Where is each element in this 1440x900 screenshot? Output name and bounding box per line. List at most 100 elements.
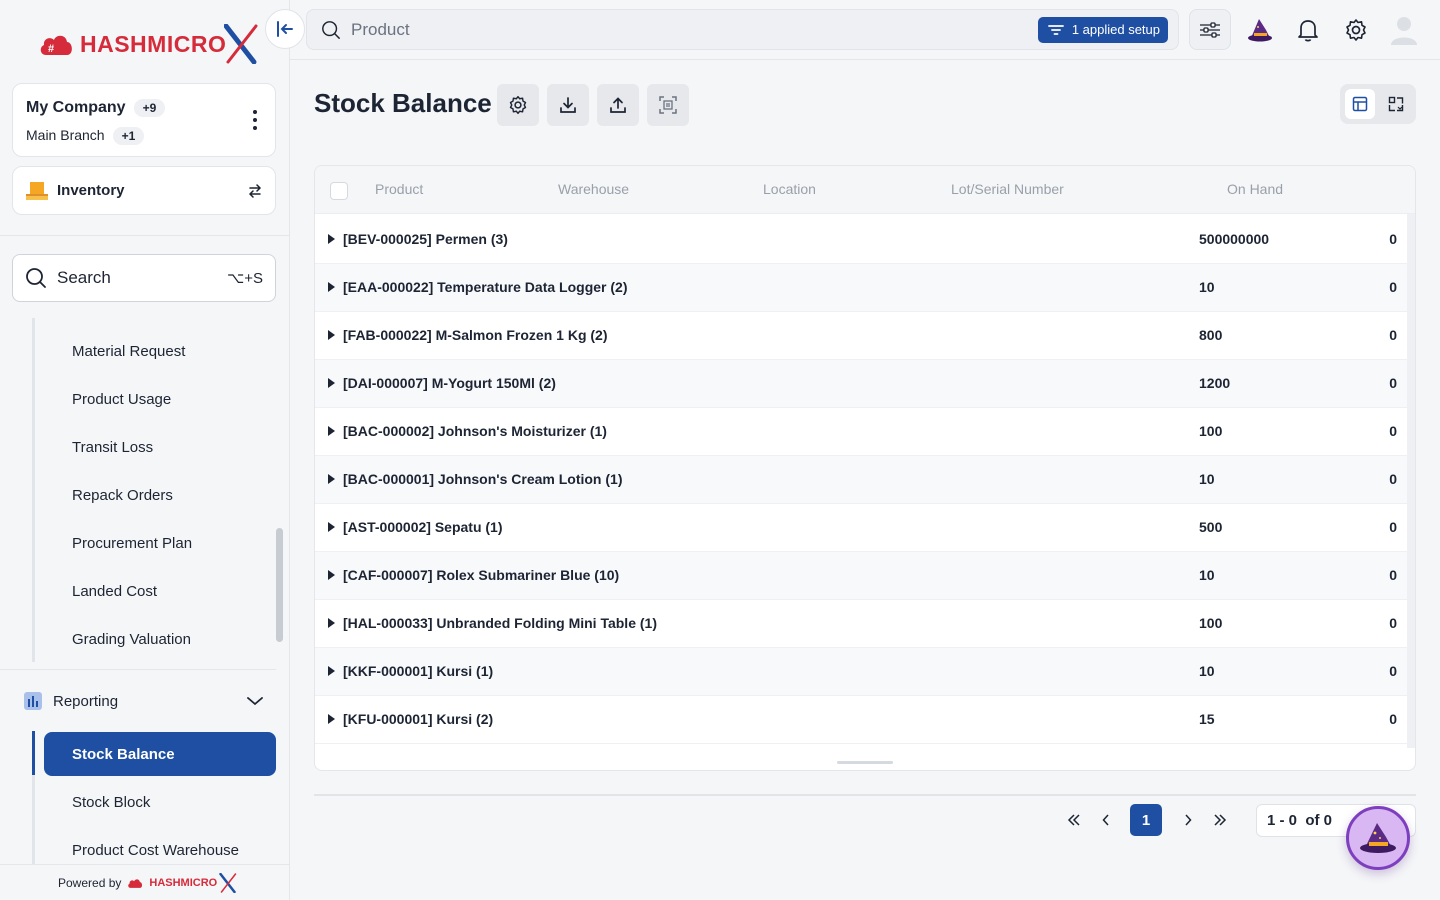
on-hand-cell: 0 [1389,519,1397,535]
expand-caret-icon[interactable] [328,378,335,388]
search-label: Search [57,268,111,287]
collapse-sidebar-button[interactable] [265,9,305,49]
table-row[interactable]: [BAC-000002] Johnson's Moisturizer (1) 10… [315,408,1407,456]
expand-caret-icon[interactable] [328,234,335,244]
column-header-location[interactable]: Location [763,181,816,197]
pivot-view-icon [1388,96,1404,112]
sidebar-item-procurement-plan[interactable]: Procurement Plan [72,535,192,552]
page-number-button[interactable]: 1 [1130,804,1162,836]
avatar[interactable] [1388,14,1420,46]
on-hand-cell: 0 [1389,567,1397,583]
quantity-cell: 1200 [1199,375,1231,391]
gear-icon [509,95,527,115]
table-row[interactable]: [CAF-000007] Rolex Submariner Blue (10) 1… [315,552,1407,600]
company-switcher[interactable]: My Company +9 Main Branch +1 [12,83,276,157]
on-hand-cell: 0 [1389,711,1397,727]
company-count-badge: +9 [133,99,166,117]
search-shortcut: ⌥+S [226,270,263,287]
sidebar-item-product-usage[interactable]: Product Usage [72,391,171,408]
product-search-input[interactable]: Product 1 applied setup [306,9,1179,50]
table-row[interactable]: [KKF-000001] Kursi (1) 10 0 [315,648,1407,696]
sidebar-item-grading-valuation[interactable]: Grading Valuation [72,631,191,648]
more-options-icon[interactable] [253,110,257,130]
product-cell: [BAC-000002] Johnson's Moisturizer (1) [343,423,607,439]
sidebar-item-landed-cost[interactable]: Landed Cost [72,583,157,600]
upload-button[interactable] [597,84,639,126]
quantity-cell: 15 [1199,711,1215,727]
swap-icon[interactable] [247,183,263,199]
table-row[interactable]: [FAB-000022] M-Salmon Frozen 1 Kg (2) 800… [315,312,1407,360]
powered-by-label: Powered by [58,875,122,890]
svg-text:#: # [48,43,54,55]
column-header-lot-serial[interactable]: Lot/Serial Number [951,181,1064,197]
table-row[interactable]: [EAA-000022] Temperature Data Logger (2)… [315,264,1407,312]
expand-caret-icon[interactable] [328,330,335,340]
branch-name-text: Main Branch [26,127,105,143]
expand-caret-icon[interactable] [328,426,335,436]
column-header-warehouse[interactable]: Warehouse [558,181,629,197]
on-hand-cell: 0 [1389,327,1397,343]
wizard-hat-icon[interactable] [1244,14,1276,46]
settings-button[interactable] [497,84,539,126]
expand-caret-icon[interactable] [328,282,335,292]
product-cell: [CAF-000007] Rolex Submariner Blue (10) [343,567,620,583]
table-row[interactable]: [BAC-000001] Johnson's Cream Lotion (1) 1… [315,456,1407,504]
table-row[interactable]: [DAI-000007] M-Yogurt 150Ml (2) 1200 0 [315,360,1407,408]
quantity-cell: 500000000 [1199,231,1270,247]
expand-caret-icon[interactable] [328,714,335,724]
expand-caret-icon[interactable] [328,570,335,580]
select-all-checkbox[interactable] [330,182,348,200]
expand-caret-icon[interactable] [328,618,335,628]
chevron-left-icon [1102,814,1109,826]
module-switcher[interactable]: Inventory [12,166,276,215]
last-page-button[interactable] [1204,804,1236,836]
inventory-icon [26,181,48,200]
table-header: Product Warehouse Location Lot/Serial Nu… [315,166,1415,214]
chevron-down-icon [247,697,263,706]
filter-settings-button[interactable] [1189,9,1231,50]
view-toggle [1340,84,1416,124]
sidebar-section-reporting[interactable]: Reporting [24,688,276,714]
filter-lines-icon [1047,24,1064,35]
prev-page-button[interactable] [1090,804,1122,836]
hashmicro-logo[interactable]: # HASHMICRO [38,22,258,66]
sidebar-search[interactable]: Search ⌥+S [12,254,276,302]
cloud-logo-small-icon [128,878,143,888]
expand-caret-icon[interactable] [328,522,335,532]
column-header-product[interactable]: Product [375,181,423,197]
table-row[interactable]: [AST-000002] Sepatu (1) 500 0 [315,504,1407,552]
table-row[interactable]: [KFU-000001] Kursi (2) 15 0 [315,696,1407,744]
product-cell: [KKF-000001] Kursi (1) [343,663,494,679]
quantity-cell: 10 [1199,471,1215,487]
expand-caret-icon[interactable] [328,666,335,676]
expand-caret-icon[interactable] [328,474,335,484]
sidebar-item-transit-loss[interactable]: Transit Loss [72,439,153,456]
table-row[interactable]: [HAL-000033] Unbranded Folding Mini Tabl… [315,600,1407,648]
first-page-button[interactable] [1058,804,1090,836]
applied-setup-badge[interactable]: 1 applied setup [1037,16,1168,43]
powered-by-footer: Powered by HASHMICRO [0,864,289,900]
table-row[interactable]: [BEV-000025] Permen (3) 500000000 0 [315,216,1407,264]
assistant-fab-button[interactable] [1346,806,1410,870]
gear-icon[interactable] [1340,14,1372,46]
company-name-text: My Company [26,99,126,116]
bell-icon[interactable] [1292,14,1324,46]
table-view-button[interactable] [1345,89,1375,119]
sidebar-scrollbar[interactable] [276,528,283,642]
sidebar-item-stock-block[interactable]: Stock Block [72,794,150,811]
sidebar-item-material-request[interactable]: Material Request [72,343,185,360]
sidebar-item-stock-balance[interactable]: Stock Balance [44,732,276,776]
branch-name: Main Branch +1 [26,127,145,145]
pivot-view-button[interactable] [1381,89,1411,119]
table-scrollbar[interactable] [1407,214,1415,748]
next-page-button[interactable] [1172,804,1204,836]
sidebar-item-repack-orders[interactable]: Repack Orders [72,487,173,504]
logo-x-small-icon [219,872,237,893]
resize-handle[interactable] [837,761,893,764]
product-cell: [EAA-000022] Temperature Data Logger (2) [343,279,628,295]
sidebar-item-product-cost-warehouse[interactable]: Product Cost Warehouse [72,842,239,859]
reporting-label: Reporting [53,692,119,710]
column-header-on-hand[interactable]: On Hand [1227,181,1283,197]
scan-button[interactable] [647,84,689,126]
download-button[interactable] [547,84,589,126]
